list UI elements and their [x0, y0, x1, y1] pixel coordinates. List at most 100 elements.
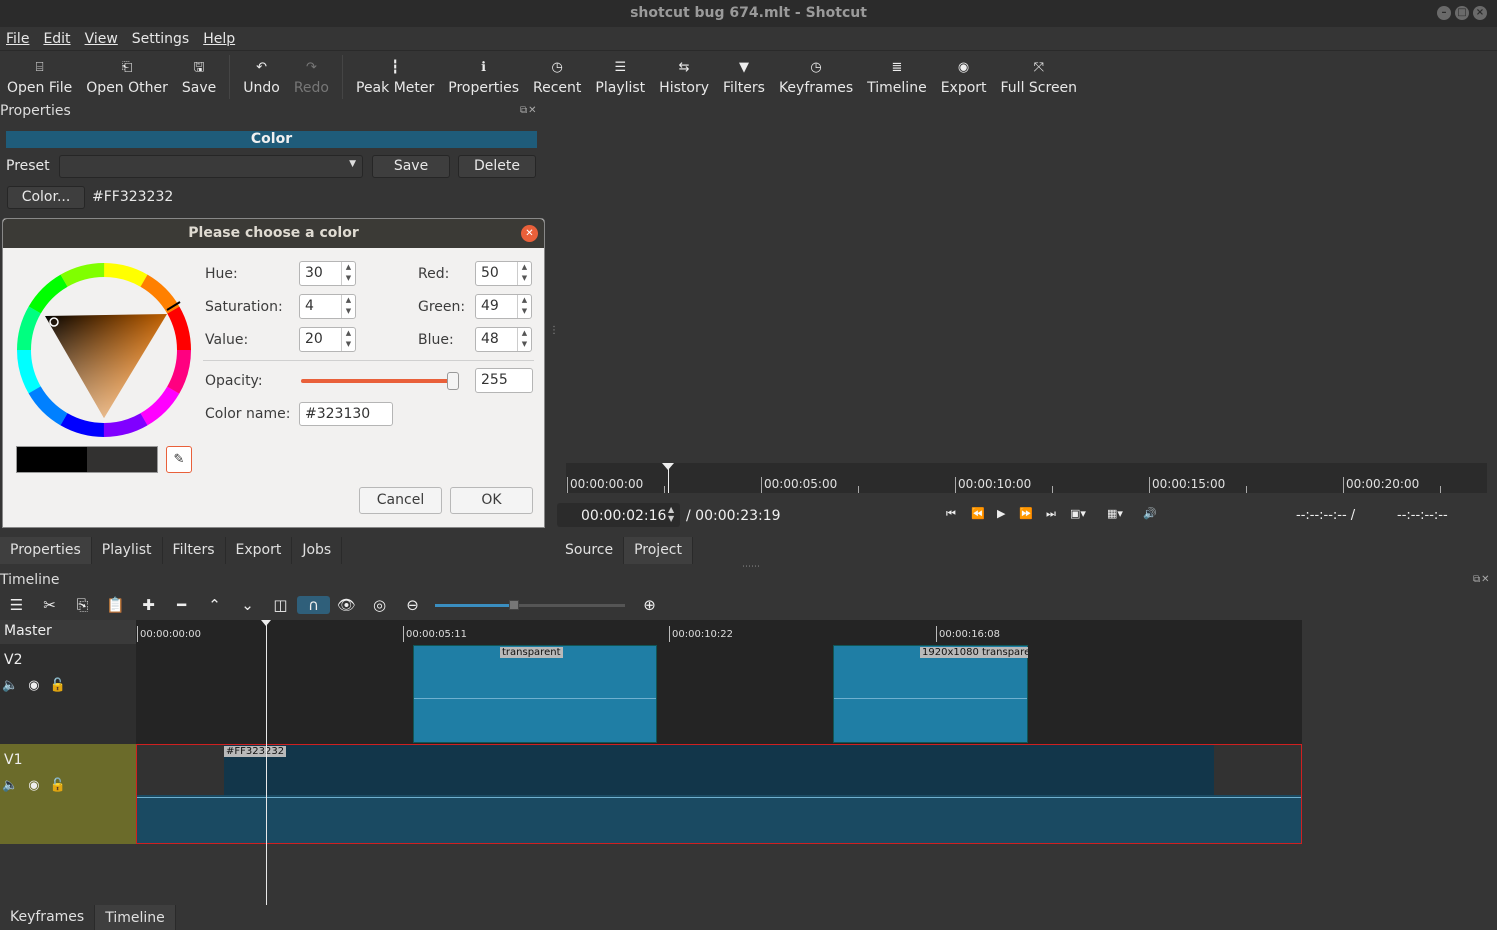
skip-to-start-icon[interactable]: ⏮ — [946, 507, 956, 521]
menu-settings[interactable]: Settings — [132, 31, 189, 47]
paste-icon[interactable]: 📋 — [99, 596, 132, 614]
red-spinbox[interactable]: 50 ▲ ▼ — [475, 261, 532, 286]
opacity-input[interactable]: 255 — [475, 368, 533, 393]
tab-timeline[interactable]: Timeline — [95, 905, 176, 930]
opacity-slider-handle[interactable] — [447, 372, 459, 390]
track-lane-v1[interactable]: #FF323232 — [136, 744, 1302, 844]
green-spinbox[interactable]: 49 ▲ ▼ — [475, 294, 532, 319]
hue-spinbox[interactable]: 30 ▲ ▼ — [299, 261, 356, 286]
tab-jobs[interactable]: Jobs — [292, 537, 343, 564]
filters-button[interactable]: ▼ Filters — [716, 52, 772, 102]
lift-icon[interactable]: ⌃ — [198, 596, 231, 614]
clip-transparent[interactable]: transparent — [413, 645, 657, 743]
eyedropper-icon[interactable]: ✎ — [166, 446, 192, 473]
redo-button[interactable]: ↷ Redo — [287, 52, 336, 102]
track-head-v1[interactable]: V1 🔈◉🔓 — [0, 744, 136, 844]
saturation-spinbox[interactable]: 4 ▲ ▼ — [299, 294, 356, 319]
blue-spinbox[interactable]: 48 ▲ ▼ — [475, 327, 532, 352]
menu-edit[interactable]: Edit — [43, 31, 70, 47]
close-icon[interactable]: × — [1473, 6, 1487, 20]
scrub-icon[interactable]: 👁 — [330, 596, 363, 614]
tab-playlist[interactable]: Playlist — [92, 537, 163, 564]
tab-project[interactable]: Project — [624, 537, 693, 564]
eye-icon[interactable]: ◉ — [28, 678, 49, 693]
mute-icon[interactable]: 🔈 — [2, 778, 28, 793]
properties-button[interactable]: ℹ Properties — [441, 52, 526, 102]
splitter-handle[interactable]: ⋯⋯ — [742, 562, 760, 572]
rewind-icon[interactable]: ⏪ — [971, 507, 985, 520]
track-head-master[interactable]: Master — [0, 620, 136, 644]
export-button[interactable]: ◉ Export — [934, 52, 994, 102]
color-name-input[interactable]: #323130 — [299, 402, 393, 426]
timeline-menu-icon[interactable]: ☰ — [0, 596, 33, 614]
recent-button[interactable]: ◷ Recent — [526, 52, 588, 102]
append-icon[interactable]: ✚ — [132, 596, 165, 614]
keyframes-button[interactable]: ◷ Keyframes — [772, 52, 860, 102]
peak-meter-button[interactable]: ┇ Peak Meter — [349, 52, 441, 102]
player-ruler[interactable]: 00:00:00:00 00:00:05:00 00:00:10:00 00:0… — [566, 463, 1487, 493]
volume-icon[interactable]: 🔊 — [1143, 507, 1157, 520]
cut-icon[interactable]: ✂ — [33, 596, 66, 614]
snap-icon[interactable]: ∩ — [297, 596, 330, 614]
timeline-button[interactable]: ≣ Timeline — [860, 52, 934, 102]
history-button[interactable]: ⇆ History — [652, 52, 716, 102]
ripple-icon[interactable]: ◎ — [363, 596, 396, 614]
save-button[interactable]: 🖫 Save — [175, 52, 223, 102]
playlist-button[interactable]: ☰ Playlist — [588, 52, 652, 102]
copy-icon[interactable]: ⎘ — [66, 596, 99, 614]
spin-arrows-icon[interactable]: ▲ ▼ — [341, 262, 355, 285]
panel-float-close-icon[interactable]: ⧉✕ — [1473, 574, 1491, 585]
track-head-v2[interactable]: V2 🔈◉🔓 — [0, 644, 136, 744]
ok-button[interactable]: OK — [450, 487, 533, 514]
video-player[interactable] — [548, 104, 1497, 464]
spin-arrows-icon[interactable]: ▲ ▼ — [341, 295, 355, 318]
skip-to-end-icon[interactable]: ⏭ — [1046, 507, 1056, 521]
clip-transparent-1920[interactable]: 1920x1080 transpare — [833, 645, 1028, 743]
spin-arrows-icon[interactable]: ▲ ▼ — [341, 328, 355, 351]
tab-keyframes[interactable]: Keyframes — [0, 905, 96, 930]
undo-button[interactable]: ↶ Undo — [236, 52, 287, 102]
grid-icon[interactable]: ▦▾ — [1107, 507, 1123, 520]
spin-arrows-icon[interactable]: ▲ ▼ — [668, 505, 674, 523]
spin-arrows-icon[interactable]: ▲ ▼ — [517, 262, 531, 285]
eye-icon[interactable]: ◉ — [28, 778, 49, 793]
zoom-slider[interactable] — [435, 595, 625, 615]
play-icon[interactable]: ▶ — [997, 507, 1005, 520]
zoom-in-icon[interactable]: ⊕ — [633, 596, 666, 614]
open-other-button[interactable]: ⎗ Open Other — [79, 52, 175, 102]
opacity-slider-track[interactable] — [301, 379, 456, 383]
timeline-ruler[interactable]: 00:00:00:00 00:00:05:11 00:00:10:22 00:0… — [136, 620, 1302, 644]
tab-source[interactable]: Source — [555, 537, 625, 564]
menu-file[interactable]: File — [6, 31, 29, 47]
overwrite-icon[interactable]: ⌄ — [231, 596, 264, 614]
cancel-button[interactable]: Cancel — [359, 487, 442, 514]
minimize-icon[interactable]: – — [1437, 6, 1451, 20]
color-wheel[interactable] — [15, 261, 193, 439]
value-spinbox[interactable]: 20 ▲ ▼ — [299, 327, 356, 352]
maximize-icon[interactable]: □ — [1455, 6, 1469, 20]
dialog-close-icon[interactable]: ✕ — [521, 225, 538, 242]
preset-combo[interactable]: ▼ — [59, 155, 363, 178]
remove-icon[interactable]: ━ — [165, 596, 198, 614]
clip-color-body[interactable] — [224, 745, 1214, 795]
split-icon[interactable]: ◫ — [264, 596, 297, 614]
color-picker-button[interactable]: Color... — [7, 186, 85, 209]
menu-view[interactable]: View — [85, 31, 118, 47]
lock-icon[interactable]: 🔓 — [50, 678, 76, 693]
zoom-out-icon[interactable]: ⊖ — [396, 596, 429, 614]
preset-save-button[interactable]: Save — [372, 155, 450, 178]
lock-icon[interactable]: 🔓 — [50, 778, 76, 793]
fast-forward-icon[interactable]: ⏩ — [1019, 507, 1033, 520]
full-screen-button[interactable]: ⤧ Full Screen — [994, 52, 1085, 102]
spin-arrows-icon[interactable]: ▲ ▼ — [517, 328, 531, 351]
tab-properties[interactable]: Properties — [0, 537, 92, 564]
splitter-handle[interactable]: ⋮ — [549, 325, 559, 336]
zoom-icon[interactable]: ▣▾ — [1070, 507, 1086, 520]
track-lane-v2[interactable]: transparent 1920x1080 transpare — [136, 644, 1302, 744]
menu-help[interactable]: Help — [203, 31, 235, 47]
timeline-playhead[interactable] — [266, 620, 267, 905]
panel-float-close-icon[interactable]: ⧉✕ — [520, 105, 538, 116]
open-file-button[interactable]: ⌸ Open File — [0, 52, 79, 102]
mute-icon[interactable]: 🔈 — [2, 678, 28, 693]
spin-arrows-icon[interactable]: ▲ ▼ — [517, 295, 531, 318]
